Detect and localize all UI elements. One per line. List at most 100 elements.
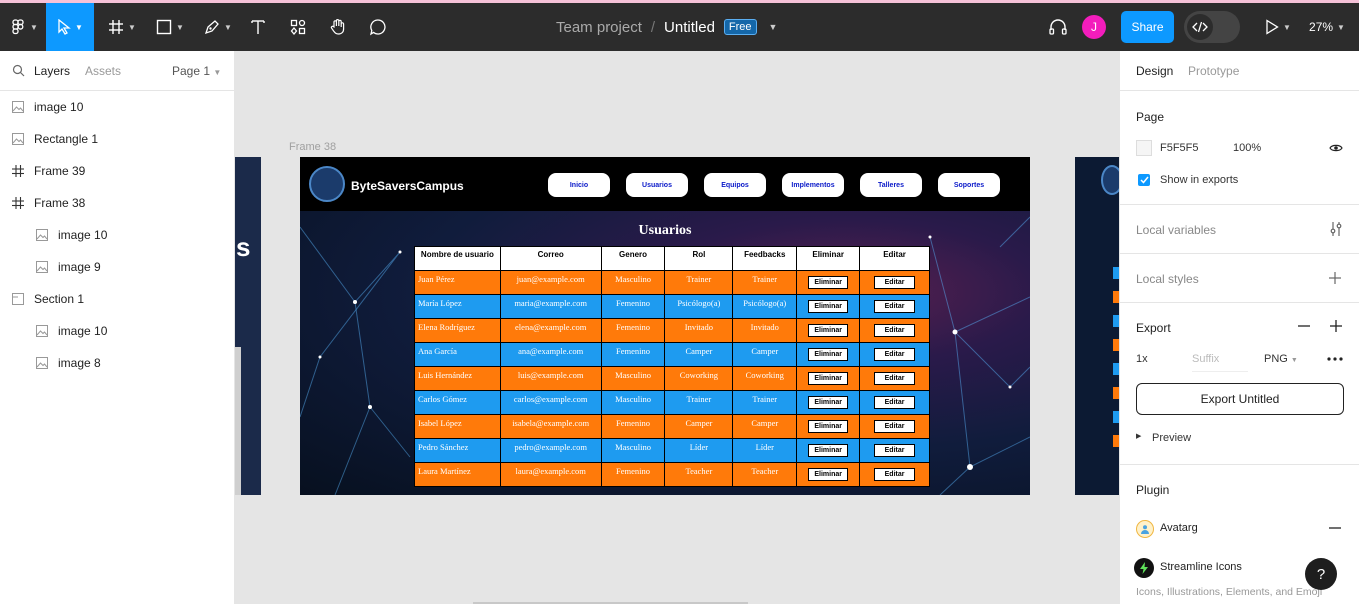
- delete-user-button[interactable]: Eliminar: [808, 348, 848, 361]
- frame-tool-icon: [109, 20, 124, 34]
- frame-39-preview[interactable]: s: [235, 157, 261, 495]
- frame-tool-button[interactable]: ▼: [102, 3, 142, 51]
- table-body: Juan Pérez juan@example.com Masculino Train…: [414, 270, 930, 487]
- user-avatar-button[interactable]: J: [1082, 3, 1106, 51]
- hand-tool-button[interactable]: [324, 3, 352, 51]
- team-name[interactable]: Team project: [556, 19, 642, 36]
- layer-item[interactable]: Frame 38: [0, 187, 234, 219]
- table-cell-name: María López: [414, 294, 501, 319]
- design-nav-button[interactable]: Equipos: [704, 173, 766, 197]
- search-icon[interactable]: [12, 64, 25, 77]
- page-selector-label: Page 1: [172, 64, 211, 78]
- layer-item[interactable]: image 10: [0, 219, 234, 251]
- table-cell-gender: Masculino: [600, 438, 666, 463]
- chevron-down-icon[interactable]: ▼: [769, 22, 778, 32]
- skull-logo-icon: [309, 166, 345, 202]
- table-cell-feedback: Trainer: [732, 270, 798, 295]
- section-1-preview[interactable]: [1075, 157, 1119, 495]
- page-color-value[interactable]: F5F5F5: [1160, 142, 1199, 154]
- layer-item-label: image 9: [58, 260, 101, 274]
- minus-icon[interactable]: [1298, 325, 1310, 327]
- layer-item-label: Section 1: [34, 292, 85, 306]
- more-options-icon[interactable]: [1327, 357, 1343, 361]
- tab-prototype[interactable]: Prototype: [1188, 64, 1239, 78]
- file-name[interactable]: Untitled: [664, 19, 715, 36]
- frame-38[interactable]: ByteSaversCampus Inicio Usuarios Equipos Im…: [300, 157, 1030, 495]
- table-row: Pedro Sánchez pedro@example.com Masculino L…: [414, 438, 930, 463]
- shape-tool-button[interactable]: ▼: [150, 3, 190, 51]
- delete-user-button[interactable]: Eliminar: [808, 324, 848, 337]
- layer-item[interactable]: Frame 39: [0, 155, 234, 187]
- design-nav-button[interactable]: Soportes: [938, 173, 1000, 197]
- comment-tool-button[interactable]: [364, 3, 392, 51]
- delete-user-button[interactable]: Eliminar: [808, 276, 848, 289]
- delete-user-button[interactable]: Eliminar: [808, 300, 848, 313]
- layer-item[interactable]: image 8: [0, 347, 234, 379]
- share-button[interactable]: Share: [1121, 11, 1174, 43]
- person-icon: [1141, 525, 1149, 534]
- delete-user-button[interactable]: Eliminar: [808, 444, 848, 457]
- audio-button[interactable]: [1046, 3, 1070, 51]
- help-button[interactable]: ?: [1305, 558, 1337, 590]
- edit-user-button[interactable]: Editar: [873, 372, 916, 385]
- zoom-menu[interactable]: 27% ▼: [1305, 3, 1349, 51]
- design-nav-button[interactable]: Usuarios: [626, 173, 688, 197]
- tab-assets[interactable]: Assets: [85, 64, 121, 78]
- preview-toggle[interactable]: Preview: [1152, 432, 1191, 444]
- present-button[interactable]: ▼: [1260, 3, 1296, 51]
- page-opacity-value[interactable]: 100%: [1233, 142, 1261, 154]
- text-tool-button[interactable]: [244, 3, 272, 51]
- delete-user-button[interactable]: Eliminar: [808, 372, 848, 385]
- layer-item[interactable]: Section 1: [0, 283, 234, 315]
- page-selector[interactable]: Page 1 ▼: [172, 64, 221, 78]
- layer-item[interactable]: image 9: [0, 251, 234, 283]
- resources-button[interactable]: [284, 3, 312, 51]
- file-title[interactable]: Team project / Untitled Free ▼: [556, 3, 777, 51]
- components-icon: [290, 19, 306, 35]
- dev-mode-toggle[interactable]: [1184, 11, 1240, 43]
- plugin-avatarg-name[interactable]: Avatarg: [1160, 522, 1198, 534]
- show-in-exports-checkbox[interactable]: [1138, 174, 1150, 186]
- edit-user-button[interactable]: Editar: [873, 324, 916, 337]
- variables-sliders-icon[interactable]: [1330, 221, 1342, 237]
- layer-item[interactable]: Rectangle 1: [0, 123, 234, 155]
- edit-user-button[interactable]: Editar: [873, 300, 916, 313]
- eye-icon[interactable]: [1329, 143, 1343, 153]
- page-color-swatch[interactable]: [1136, 140, 1152, 156]
- pen-tool-button[interactable]: ▼: [198, 3, 238, 51]
- export-button[interactable]: Export Untitled: [1136, 383, 1344, 415]
- plugin-streamline-name[interactable]: Streamline Icons: [1160, 561, 1242, 573]
- layer-item[interactable]: image 10: [0, 91, 234, 123]
- edit-user-button[interactable]: Editar: [873, 348, 916, 361]
- table-cell-gender: Femenino: [600, 318, 666, 343]
- edit-user-button[interactable]: Editar: [873, 444, 916, 457]
- frame-label[interactable]: Frame 38: [289, 141, 336, 153]
- export-scale[interactable]: 1x: [1136, 353, 1148, 365]
- layer-item[interactable]: image 10: [0, 315, 234, 347]
- main-menu-button[interactable]: ▼: [6, 3, 44, 51]
- minus-icon[interactable]: [1329, 527, 1341, 529]
- design-nav-button[interactable]: Implementos: [782, 173, 844, 197]
- tab-layers[interactable]: Layers: [34, 64, 70, 78]
- export-format-select[interactable]: PNG ▼: [1264, 353, 1298, 365]
- canvas[interactable]: Frame 38 s ByteSaversCampus Inicio Usuar…: [235, 51, 1119, 604]
- delete-user-button[interactable]: Eliminar: [808, 396, 848, 409]
- edit-user-button[interactable]: Editar: [873, 396, 916, 409]
- plus-icon[interactable]: [1329, 272, 1341, 284]
- edit-user-button[interactable]: Editar: [873, 420, 916, 433]
- plus-icon[interactable]: [1330, 320, 1342, 332]
- table-cell-feedback: Líder: [732, 438, 798, 463]
- delete-user-button[interactable]: Eliminar: [808, 420, 848, 433]
- edit-user-button[interactable]: Editar: [873, 276, 916, 289]
- chevron-right-icon[interactable]: ▶: [1136, 432, 1141, 440]
- hand-icon: [330, 19, 345, 35]
- delete-user-button[interactable]: Eliminar: [808, 468, 848, 481]
- move-tool-button[interactable]: ▼: [46, 3, 94, 51]
- edit-user-button[interactable]: Editar: [873, 468, 916, 481]
- tab-design[interactable]: Design: [1136, 64, 1173, 78]
- table-cell-email: elena@example.com: [499, 318, 602, 343]
- table-header-row: Nombre de usuario Correo Genero Rol Feedback…: [414, 246, 930, 271]
- design-nav-button[interactable]: Inicio: [548, 173, 610, 197]
- design-nav-button[interactable]: Talleres: [860, 173, 922, 197]
- export-suffix-input[interactable]: Suffix: [1192, 353, 1248, 372]
